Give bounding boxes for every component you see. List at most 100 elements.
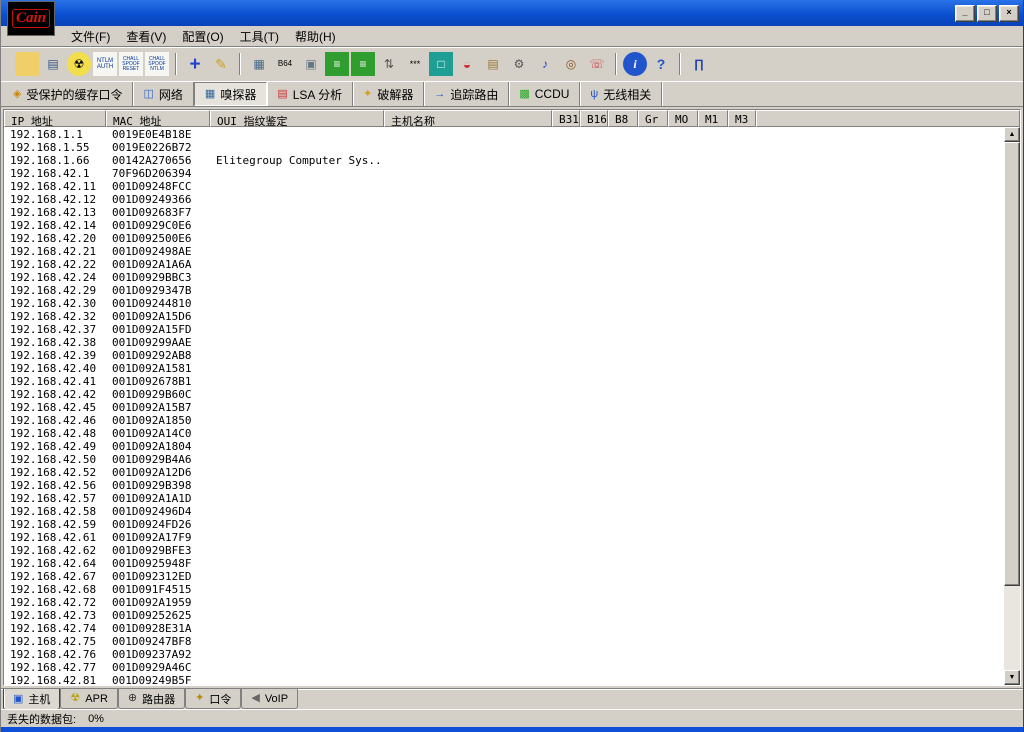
services-icon[interactable]: ⚙ [507, 52, 531, 76]
table-row[interactable]: 192.168.42.22 001D092A1A6A [4, 258, 1020, 271]
table-row[interactable]: 192.168.42.59 001D0924FD26 [4, 518, 1020, 531]
menu-help[interactable]: 帮助(H) [287, 26, 344, 47]
table-row[interactable]: 192.168.42.13 001D092683F7 [4, 206, 1020, 219]
scrollbar-track[interactable] [1004, 142, 1020, 670]
table-row[interactable]: 192.168.42.39 001D09292AB8 [4, 349, 1020, 362]
table-row[interactable]: 192.168.42.56 001D0929B398 [4, 479, 1020, 492]
hash-calculator-icon[interactable]: ≡ [325, 52, 349, 76]
table-row[interactable]: 192.168.42.42 001D0929B60C [4, 388, 1020, 401]
base64-icon[interactable]: B64 [273, 52, 297, 76]
scroll-down-icon[interactable]: ▼ [1004, 670, 1020, 685]
exit-icon[interactable]: ∏ [687, 52, 711, 76]
vertical-scrollbar[interactable]: ▲ ▼ [1004, 127, 1020, 685]
close-button[interactable]: × [999, 4, 1019, 22]
column-header-mo[interactable]: MO [668, 110, 698, 127]
table-row[interactable]: 192.168.42.76 001D09237A92 [4, 648, 1020, 661]
table-row[interactable]: 192.168.42.32 001D092A15D6 [4, 310, 1020, 323]
column-header-m1[interactable]: M1 [698, 110, 728, 127]
table-row[interactable]: 192.168.42.72 001D092A1959 [4, 596, 1020, 609]
column-header-oui[interactable]: OUI 指纹鉴定 [210, 110, 384, 127]
tab-lsa[interactable]: ▤ LSA 分析 [267, 82, 354, 106]
cisco-config-icon[interactable]: ◒ [455, 52, 479, 76]
hash-calculator-2-icon[interactable]: ≡ [351, 52, 375, 76]
minimize-button[interactable]: _ [955, 4, 975, 22]
menu-file[interactable]: 文件(F) [63, 26, 118, 47]
bottom-tab-voip[interactable]: ◀ VoIP [241, 689, 299, 709]
tab-network[interactable]: ◫ 网络 [133, 82, 194, 106]
table-row[interactable]: 192.168.42.11 001D09248FCC [4, 180, 1020, 193]
table-row[interactable]: 192.168.42.68 001D091F4515 [4, 583, 1020, 596]
table-row[interactable]: 192.168.42.30 001D09244810 [4, 297, 1020, 310]
table-row[interactable]: 192.168.42.52 001D092A12D6 [4, 466, 1020, 479]
messenger-icon[interactable]: ☏ [585, 52, 609, 76]
table-row[interactable]: 192.168.42.67 001D092312ED [4, 570, 1020, 583]
column-header-hostname[interactable]: 主机名称 [384, 110, 552, 127]
menu-view[interactable]: 查看(V) [118, 26, 174, 47]
maximize-button[interactable]: □ [977, 4, 997, 22]
tab-traceroute[interactable]: → 追踪路由 [424, 82, 510, 106]
column-header-b8[interactable]: B8 [608, 110, 638, 127]
wordlist-icon[interactable]: *** [403, 52, 427, 76]
certificate-icon[interactable]: ▣ [299, 52, 323, 76]
table-row[interactable]: 192.168.42.1 70F96D206394 [4, 167, 1020, 180]
bottom-tab-hosts[interactable]: ▣ 主机 [3, 689, 61, 710]
chall-spoof-ntlm-icon[interactable]: CHALL SPOOF NTLM [145, 52, 169, 76]
table-row[interactable]: 192.168.42.37 001D092A15FD [4, 323, 1020, 336]
tab-protected-passwords[interactable]: ◈ 受保护的缓存口令 [3, 82, 134, 106]
column-header-ip[interactable]: IP 地址 [4, 110, 106, 127]
table-row[interactable]: 192.168.42.46 001D092A1850 [4, 414, 1020, 427]
table-row[interactable]: 192.168.42.40 001D092A1581 [4, 362, 1020, 375]
table-row[interactable]: 192.168.42.62 001D0929BFE3 [4, 544, 1020, 557]
tab-sniffer[interactable]: ▦ 嗅探器 [193, 82, 268, 106]
table-row[interactable]: 192.168.42.73 001D09252625 [4, 609, 1020, 622]
column-header-m3[interactable]: M3 [728, 110, 756, 127]
bottom-tab-passwords[interactable]: ✦ 口令 [185, 689, 242, 709]
ntlm-auth-icon[interactable]: NTLM AUTH [93, 52, 117, 76]
table-row[interactable]: 192.168.42.38 001D09299AAE [4, 336, 1020, 349]
arp-spoof-icon[interactable]: ⇅ [377, 52, 401, 76]
remote-desktop-icon[interactable]: □ [429, 52, 453, 76]
table-row[interactable]: 192.168.42.20 001D092500E6 [4, 232, 1020, 245]
help-icon[interactable]: ? [649, 52, 673, 76]
table-row[interactable]: 192.168.1.66 00142A270656 Elitegroup Com… [4, 154, 1020, 167]
table-row[interactable]: 192.168.42.57 001D092A1A1D [4, 492, 1020, 505]
column-header-mac[interactable]: MAC 地址 [106, 110, 210, 127]
table-row[interactable]: 192.168.42.45 001D092A15B7 [4, 401, 1020, 414]
table-row[interactable]: 192.168.42.21 001D092498AE [4, 245, 1020, 258]
bottom-tab-routing[interactable]: ⊕ 路由器 [117, 689, 186, 709]
menu-tools[interactable]: 工具(T) [232, 26, 287, 47]
bottom-tab-apr[interactable]: ☢ APR [60, 689, 118, 709]
table-row[interactable]: 192.168.42.64 001D0925948F [4, 557, 1020, 570]
tab-cracker[interactable]: ✦ 破解器 [353, 82, 425, 106]
table-row[interactable]: 192.168.42.81 001D09249B5F [4, 674, 1020, 685]
scroll-up-icon[interactable]: ▲ [1004, 127, 1020, 142]
table-row[interactable]: 192.168.42.48 001D092A14C0 [4, 427, 1020, 440]
table-row[interactable]: 192.168.42.29 001D0929347B [4, 284, 1020, 297]
export-icon[interactable]: ▤ [41, 52, 65, 76]
add-to-list-icon[interactable]: + [183, 52, 207, 76]
table-row[interactable]: 192.168.42.75 001D09247BF8 [4, 635, 1020, 648]
note-edit-icon[interactable]: ✎ [209, 52, 233, 76]
table-row[interactable]: 192.168.42.24 001D0929BBC3 [4, 271, 1020, 284]
table-row[interactable]: 192.168.42.50 001D0929B4A6 [4, 453, 1020, 466]
box-upload-icon[interactable]: ▤ [481, 52, 505, 76]
column-header-gr[interactable]: Gr [638, 110, 668, 127]
open-file-icon[interactable] [15, 52, 39, 76]
table-row[interactable]: 192.168.42.12 001D09249366 [4, 193, 1020, 206]
info-icon[interactable]: i [623, 52, 647, 76]
network-adapter-icon[interactable]: ▦ [247, 52, 271, 76]
table-row[interactable]: 192.168.42.14 001D0929C0E6 [4, 219, 1020, 232]
tab-wireless[interactable]: ψ 无线相关 [580, 82, 663, 106]
audio-icon[interactable]: ♪ [533, 52, 557, 76]
table-row[interactable]: 192.168.42.41 001D092678B1 [4, 375, 1020, 388]
menu-configure[interactable]: 配置(O) [174, 26, 231, 47]
table-row[interactable]: 192.168.1.1 0019E0E4B18E [4, 128, 1020, 141]
tab-ccdu[interactable]: ▩ CCDU [509, 82, 581, 106]
table-row[interactable]: 192.168.42.77 001D0929A46C [4, 661, 1020, 674]
column-header-b16[interactable]: B16 [580, 110, 608, 127]
scrollbar-thumb[interactable] [1004, 142, 1020, 586]
query-icon[interactable]: ◎ [559, 52, 583, 76]
table-row[interactable]: 192.168.42.49 001D092A1804 [4, 440, 1020, 453]
start-sniffer-icon[interactable]: ☢ [67, 52, 91, 76]
table-row[interactable]: 192.168.1.55 0019E0226B72 [4, 141, 1020, 154]
